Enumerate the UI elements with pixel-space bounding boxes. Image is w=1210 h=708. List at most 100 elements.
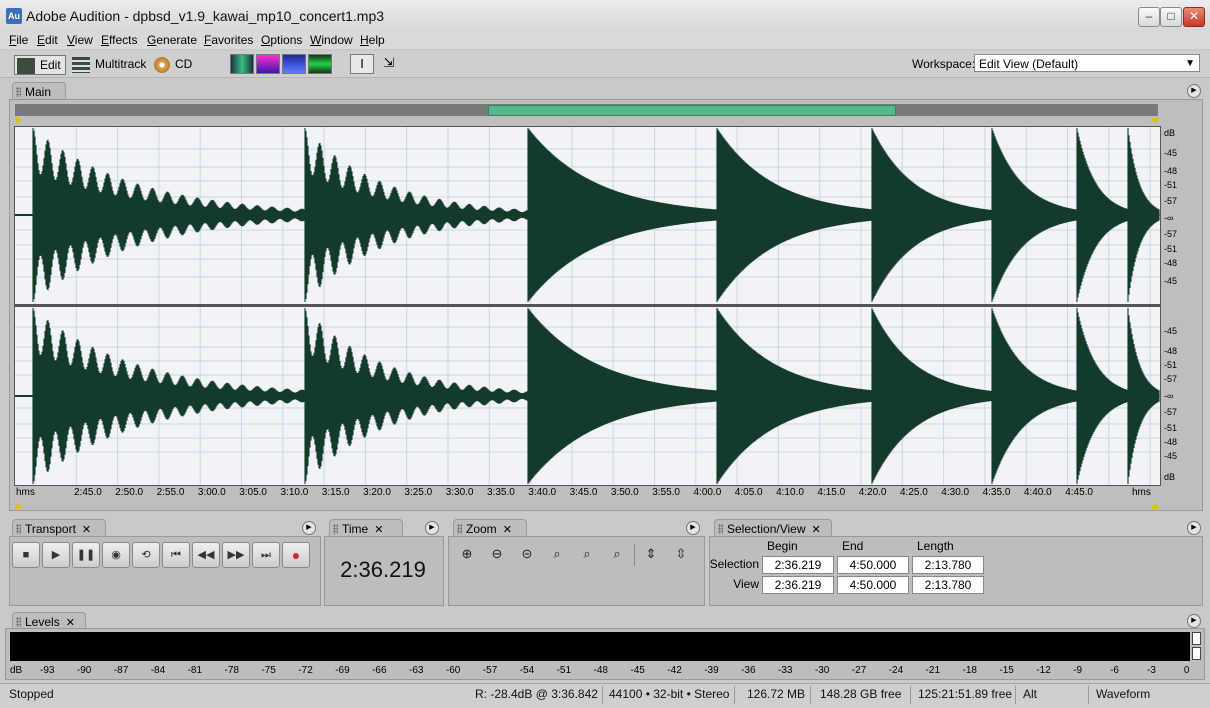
overview-bar[interactable] [15, 104, 1158, 116]
level-tick-label: -63 [409, 665, 424, 676]
grip-icon [16, 617, 21, 627]
fast-forward-icon[interactable]: ▶▶ [222, 542, 250, 568]
selection-length-field[interactable]: 2:13.780 [912, 556, 984, 574]
start-marker-icon[interactable] [14, 118, 22, 124]
close-icon[interactable]: ✕ [812, 524, 821, 536]
menu-generate[interactable]: Generate [147, 33, 197, 47]
panel-menu-icon[interactable]: ▶ [1187, 84, 1201, 98]
menu-options[interactable]: Options [261, 33, 302, 47]
play-icon[interactable]: ▶ [42, 542, 70, 568]
end-marker-bottom-icon[interactable] [1151, 503, 1159, 509]
menu-edit[interactable]: Edit [37, 33, 58, 47]
minimize-icon[interactable]: – [1138, 7, 1160, 27]
menu-file[interactable]: File [9, 33, 28, 47]
menu-help[interactable]: Help [360, 33, 385, 47]
menu-view[interactable]: View [67, 33, 93, 47]
pause-icon[interactable]: ❚❚ [72, 542, 100, 568]
multitrack-view-button[interactable]: Multitrack [72, 55, 146, 73]
db-tick-label: -51 [1164, 360, 1178, 370]
record-icon[interactable]: ● [282, 542, 310, 568]
time-tick-label: 3:30.0 [445, 487, 474, 498]
view-begin-field[interactable]: 2:36.219 [762, 576, 834, 594]
selection-end-field[interactable]: 4:50.000 [837, 556, 909, 574]
panel-menu-icon[interactable]: ▶ [1187, 521, 1201, 535]
spectral-display-icon[interactable] [256, 54, 280, 74]
tab-zoom-label: Zoom [466, 522, 497, 536]
time-selection-tool-icon[interactable]: I [350, 54, 374, 74]
close-icon[interactable]: ✕ [374, 524, 383, 536]
grip-icon [718, 524, 723, 534]
level-tick-label: -27 [851, 665, 867, 676]
zoom-in-vertical-icon[interactable]: ⇕ [640, 544, 662, 564]
db-tick-label: -51 [1164, 180, 1178, 190]
zoom-out-icon[interactable]: ⊖ [486, 544, 508, 564]
stop-icon[interactable]: ■ [12, 542, 40, 568]
time-tick-label: 4:15.0 [817, 487, 846, 498]
tab-time-label: Time [342, 522, 369, 536]
zoom-left-edge-icon[interactable]: ⌕ [576, 544, 598, 564]
view-end-field[interactable]: 4:50.000 [837, 576, 909, 594]
level-tick-label: -72 [298, 665, 313, 676]
zoom-divider [634, 544, 635, 566]
time-tick-label: 4:30.0 [941, 487, 970, 498]
view-length-field[interactable]: 2:13.780 [912, 576, 984, 594]
level-meter[interactable] [10, 632, 1190, 661]
waveform-left-channel [15, 128, 1160, 302]
zoom-right-edge-icon[interactable]: ⌕ [606, 544, 628, 564]
time-tick-label: 3:15.0 [321, 487, 350, 498]
workspace-select[interactable]: Edit View (Default) ▼ [974, 54, 1200, 72]
rewind-icon[interactable]: ◀◀ [192, 542, 220, 568]
close-icon[interactable]: ✕ [82, 524, 91, 536]
zoom-selection-icon[interactable]: ⌕ [546, 544, 568, 564]
selection-begin-field[interactable]: 2:36.219 [762, 556, 834, 574]
time-ruler[interactable]: hms 2:45.0 2:50.0 2:55.0 3:00.0 3:05.0 3:10.0 3… [14, 485, 1159, 501]
status-mode: Alt [1023, 687, 1038, 701]
window-title: Adobe Audition - dpbsd_v1.9_kawai_mp10_c… [26, 8, 385, 24]
panel-menu-icon[interactable]: ▶ [1187, 614, 1201, 628]
db-tick-label: -48 [1164, 437, 1178, 447]
cd-view-button[interactable]: CD [154, 55, 192, 73]
maximize-icon[interactable]: □ [1160, 7, 1182, 27]
close-icon[interactable]: ✕ [503, 524, 512, 536]
zoom-out-vertical-icon[interactable]: ⇳ [670, 544, 692, 564]
panel-menu-icon[interactable]: ▶ [425, 521, 439, 535]
panel-menu-icon[interactable]: ▶ [302, 521, 316, 535]
db-scale: dB -45 -48 -51 -57 -∞ -57 -51 -48 -45 -45 -48 -51 -57… [1160, 126, 1200, 484]
level-tick-label: -45 [630, 665, 645, 676]
play-from-cursor-icon[interactable]: ◉ [102, 542, 130, 568]
waveform-right-channel [15, 308, 1160, 484]
go-to-start-icon[interactable]: ⏮ [162, 542, 190, 568]
waveform-display-icon[interactable] [230, 54, 254, 74]
zoom-out-full-icon[interactable]: ⊝ [516, 544, 538, 564]
start-marker-bottom-icon[interactable] [14, 503, 22, 509]
loop-icon[interactable]: ⟲ [132, 542, 160, 568]
db-tick-label: -57 [1164, 374, 1178, 384]
end-marker-icon[interactable] [1151, 118, 1159, 124]
zoom-in-icon[interactable]: ⊕ [456, 544, 478, 564]
menu-favorites[interactable]: Favorites [204, 33, 253, 47]
peak-indicator-right[interactable] [1192, 647, 1201, 660]
go-to-end-icon[interactable]: ⏭ [252, 542, 280, 568]
close-icon[interactable]: ✕ [1183, 7, 1205, 27]
level-tick-label: -90 [76, 665, 92, 676]
time-tick-label: 3:25.0 [404, 487, 433, 498]
phase-display-icon[interactable] [308, 54, 332, 74]
tab-levels-label: Levels [25, 615, 60, 629]
marquee-tool-icon[interactable]: ⇲ [378, 54, 400, 72]
menu-window[interactable]: Window [310, 33, 353, 47]
db-tick-label: dB [1164, 128, 1176, 138]
edit-view-button[interactable]: Edit [14, 55, 66, 75]
panel-menu-icon[interactable]: ▶ [686, 521, 700, 535]
status-file-size: 126.72 MB [747, 687, 806, 701]
menu-effects[interactable]: Effects [101, 33, 137, 47]
waveform-display[interactable] [14, 126, 1161, 486]
status-divider [810, 686, 811, 704]
spectral-pitch-icon[interactable] [282, 54, 306, 74]
level-tick-label: -54 [519, 665, 535, 676]
db-tick-label: -45 [1164, 148, 1178, 158]
peak-indicator-left[interactable] [1192, 632, 1201, 645]
time-tick-label: 3:35.0 [487, 487, 515, 498]
overview-thumb[interactable] [488, 105, 896, 116]
time-tick-label: 3:40.0 [528, 487, 557, 498]
tab-selection-view-label: Selection/View [727, 522, 806, 536]
